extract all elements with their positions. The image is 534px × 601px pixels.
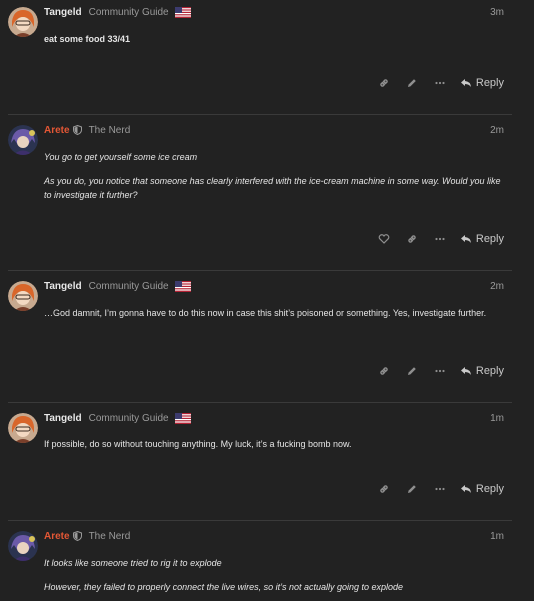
post-meta: Tangeld Community Guide xyxy=(44,278,191,294)
post-divider xyxy=(8,270,512,271)
post-time[interactable]: 1m xyxy=(490,413,504,424)
post-body: It looks like someone tried to rig it to… xyxy=(44,556,506,594)
reply-arrow-icon xyxy=(460,235,471,243)
edit-button[interactable] xyxy=(398,73,426,93)
username[interactable]: Tangeld xyxy=(44,281,82,292)
post-time[interactable]: 2m xyxy=(490,125,504,136)
avatar[interactable] xyxy=(8,531,38,561)
us-flag-icon xyxy=(174,280,191,292)
more-button[interactable] xyxy=(426,479,454,499)
ellipsis-icon xyxy=(435,237,445,241)
user-title: Community Guide xyxy=(88,280,169,292)
heart-icon xyxy=(378,234,390,244)
more-button[interactable] xyxy=(426,229,454,249)
pencil-icon xyxy=(407,485,416,493)
link-button[interactable] xyxy=(370,73,398,93)
username[interactable]: Tangeld xyxy=(44,413,82,424)
avatar[interactable] xyxy=(8,125,38,155)
post-meta: Tangeld Community Guide xyxy=(44,4,191,20)
more-button[interactable] xyxy=(426,73,454,93)
post-divider xyxy=(8,520,512,521)
us-flag-icon xyxy=(174,6,191,18)
post-time[interactable]: 2m xyxy=(490,281,504,292)
edit-button[interactable] xyxy=(398,361,426,381)
post-actions: Reply xyxy=(370,361,504,381)
post-meta: Tangeld Community Guide xyxy=(44,410,191,426)
reply-arrow-icon xyxy=(460,367,471,375)
link-button[interactable] xyxy=(370,479,398,499)
reply-label: Reply xyxy=(475,77,504,89)
username[interactable]: Arete xyxy=(44,531,70,542)
ellipsis-icon xyxy=(435,487,445,491)
reply-button[interactable]: Reply xyxy=(460,233,504,245)
edit-button[interactable] xyxy=(398,479,426,499)
post-body: eat some food 33/41 xyxy=(44,32,506,46)
ellipsis-icon xyxy=(435,369,445,373)
pencil-icon xyxy=(407,79,416,87)
post-paragraph: …God damnit, I’m gonna have to do this n… xyxy=(44,308,487,318)
post-body: …God damnit, I’m gonna have to do this n… xyxy=(44,306,506,320)
post-divider xyxy=(8,114,512,115)
post-4: Tangeld Community Guide 1m If possible, … xyxy=(8,406,512,520)
username[interactable]: Tangeld xyxy=(44,7,82,18)
link-button[interactable] xyxy=(370,361,398,381)
post-paragraph: If possible, do so without touching anyt… xyxy=(44,439,352,449)
reply-button[interactable]: Reply xyxy=(460,483,504,495)
post-paragraph: As you do, you notice that someone has c… xyxy=(44,176,501,200)
avatar[interactable] xyxy=(8,281,38,311)
link-icon xyxy=(380,485,388,493)
like-button[interactable] xyxy=(370,229,398,249)
post-3: Tangeld Community Guide 2m …God damnit, … xyxy=(8,274,512,402)
post-meta: Arete The Nerd xyxy=(44,528,130,544)
avatar[interactable] xyxy=(8,7,38,37)
shield-icon xyxy=(72,531,82,541)
avatar[interactable] xyxy=(8,413,38,443)
post-divider xyxy=(8,402,512,403)
username[interactable]: Arete xyxy=(44,125,70,136)
post-2: Arete The Nerd 2m You go to get yourself… xyxy=(8,118,512,268)
more-button[interactable] xyxy=(426,361,454,381)
post-paragraph: eat some food 33/41 xyxy=(44,34,131,44)
reply-label: Reply xyxy=(475,365,504,377)
link-icon xyxy=(380,79,388,87)
link-icon xyxy=(408,235,416,243)
reply-arrow-icon xyxy=(460,485,471,493)
reply-arrow-icon xyxy=(460,79,471,87)
post-body: If possible, do so without touching anyt… xyxy=(44,437,506,451)
post-paragraph: You go to get yourself some ice cream xyxy=(44,152,198,162)
reply-label: Reply xyxy=(475,233,504,245)
post-1: Tangeld Community Guide 3m eat some food… xyxy=(8,0,512,112)
shield-icon xyxy=(72,125,82,135)
post-paragraph: It looks like someone tried to rig it to… xyxy=(44,558,222,568)
user-title: The Nerd xyxy=(88,124,131,136)
link-icon xyxy=(380,367,388,375)
user-title: Community Guide xyxy=(88,412,169,424)
reply-button[interactable]: Reply xyxy=(460,365,504,377)
reply-label: Reply xyxy=(475,483,504,495)
post-actions: Reply xyxy=(370,479,504,499)
user-title: The Nerd xyxy=(88,530,131,542)
post-actions: Reply xyxy=(370,73,504,93)
user-title: Community Guide xyxy=(88,6,169,18)
post-meta: Arete The Nerd xyxy=(44,122,130,138)
ellipsis-icon xyxy=(435,81,445,85)
us-flag-icon xyxy=(174,412,191,424)
post-5: Arete The Nerd 1m It looks like someone … xyxy=(8,524,512,601)
reply-button[interactable]: Reply xyxy=(460,77,504,89)
post-time[interactable]: 3m xyxy=(490,7,504,18)
pencil-icon xyxy=(407,367,416,375)
post-paragraph: However, they failed to properly connect… xyxy=(44,582,404,592)
link-button[interactable] xyxy=(398,229,426,249)
post-body: You go to get yourself some ice cream As… xyxy=(44,150,506,202)
post-time[interactable]: 1m xyxy=(490,531,504,542)
post-actions: Reply xyxy=(370,229,504,249)
